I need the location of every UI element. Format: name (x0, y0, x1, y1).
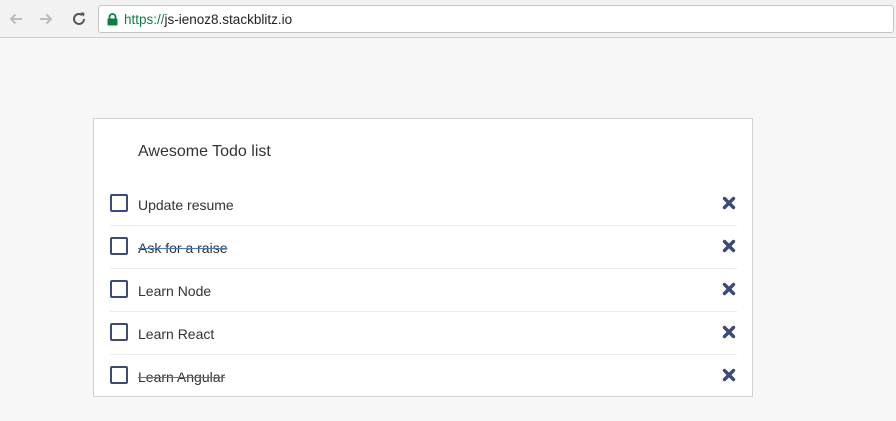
todo-checkbox[interactable] (110, 323, 128, 341)
reload-button[interactable] (67, 7, 91, 31)
close-icon (722, 368, 736, 382)
todo-label: Learn Node (138, 283, 212, 299)
back-button[interactable] (4, 7, 28, 31)
delete-button[interactable] (721, 281, 737, 297)
url-scheme: https:// (124, 11, 165, 27)
close-icon (722, 239, 736, 253)
url-host: js-ienoz8.stackblitz.io (164, 11, 293, 27)
todo-item: Learn React (110, 312, 737, 355)
todo-checkbox[interactable] (110, 280, 128, 298)
browser-toolbar: https://js-ienoz8.stackblitz.io (0, 0, 896, 38)
todo-label: Learn Angular (138, 369, 226, 385)
todo-card: Awesome Todo list Update resume Ask for a… (93, 118, 753, 397)
todo-checkbox[interactable] (110, 237, 128, 255)
todo-label: Update resume (138, 197, 234, 213)
todo-item: Learn Angular (110, 355, 737, 398)
close-icon (722, 196, 736, 210)
close-icon (722, 282, 736, 296)
address-bar[interactable]: https://js-ienoz8.stackblitz.io (98, 5, 894, 33)
page-title: Awesome Todo list (138, 143, 271, 160)
todo-item: Ask for a raise (110, 226, 737, 269)
todo-checkbox[interactable] (110, 366, 128, 384)
lock-icon (107, 12, 118, 26)
arrow-left-icon (9, 13, 22, 25)
todo-label: Ask for a raise (138, 240, 228, 256)
todo-list: Update resume Ask for a raise Learn Node Le… (110, 183, 737, 398)
todo-checkbox[interactable] (110, 194, 128, 212)
todo-label: Learn React (138, 326, 215, 342)
close-icon (722, 325, 736, 339)
delete-button[interactable] (721, 195, 737, 211)
reload-icon (73, 12, 85, 25)
arrow-right-icon (40, 13, 53, 25)
delete-button[interactable] (721, 238, 737, 254)
todo-item: Update resume (110, 183, 737, 226)
todo-item: Learn Node (110, 269, 737, 312)
delete-button[interactable] (721, 324, 737, 340)
delete-button[interactable] (721, 367, 737, 383)
forward-button[interactable] (34, 7, 58, 31)
